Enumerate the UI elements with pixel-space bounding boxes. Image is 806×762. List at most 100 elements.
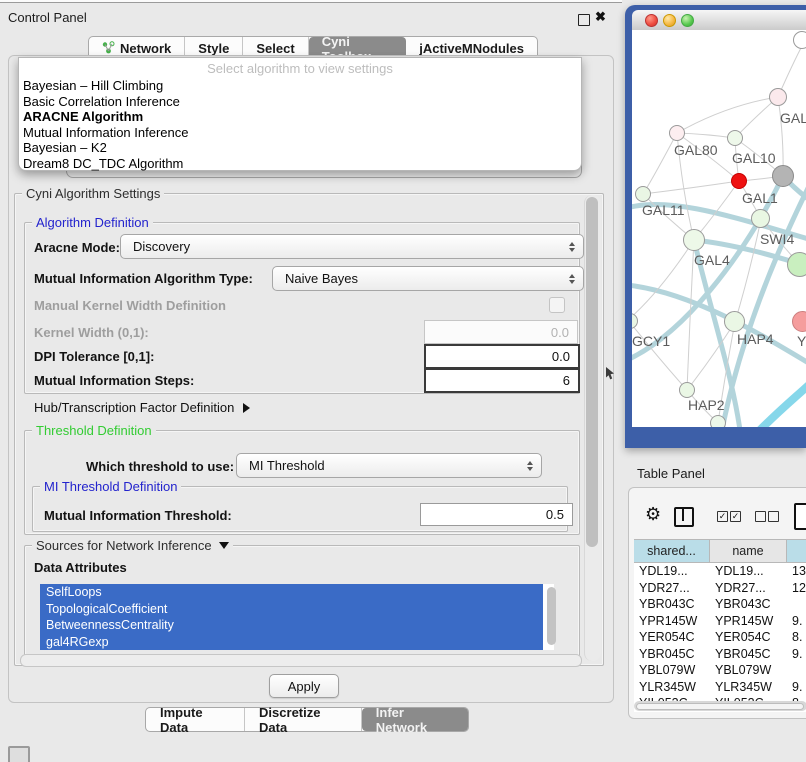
network-node[interactable] <box>710 415 726 427</box>
close-traffic-light[interactable] <box>645 14 658 27</box>
table-horizontal-scrollbar-thumb[interactable] <box>636 703 804 710</box>
table-row[interactable]: YBR043CYBR043C <box>634 596 806 613</box>
deselect-all-checkbox-icon[interactable] <box>768 511 779 522</box>
kernel-width-field[interactable]: 0.0 <box>424 320 578 344</box>
network-node-gal4[interactable] <box>683 229 705 251</box>
list-item[interactable]: gal4RGexp <box>40 634 543 651</box>
dropdown-item[interactable]: Dream8 DC_TDC Algorithm <box>23 156 183 172</box>
kernel-width-label: Kernel Width (0,1): <box>34 325 149 340</box>
table-cell[interactable]: 13 <box>787 563 806 580</box>
node-label: GAL1 <box>742 190 778 206</box>
column-header[interactable] <box>787 540 806 562</box>
dropdown-item[interactable]: Bayesian – K2 <box>23 140 107 156</box>
list-item[interactable]: TopologicalCoefficient <box>40 601 543 618</box>
dropdown-item[interactable]: Basic Correlation Inference <box>23 94 180 110</box>
table-cell[interactable]: YBR043C <box>634 596 710 613</box>
gear-icon[interactable]: ⚙ <box>645 505 661 523</box>
table-cell[interactable]: YBL079W <box>634 662 710 679</box>
minimize-traffic-light[interactable] <box>663 14 676 27</box>
sources-group-header[interactable]: Sources for Network Inference <box>32 538 233 553</box>
mi-type-label: Mutual Information Algorithm Type: <box>34 271 253 286</box>
network-node-gal1-selected[interactable] <box>731 173 747 189</box>
show-columns-icon[interactable] <box>674 507 694 527</box>
select-all-checkbox-icon[interactable]: ✓ <box>717 511 728 522</box>
node-table: shared... name YDL19...YDL19...13 YDR27.… <box>634 539 806 712</box>
table-cell[interactable]: YBR045C <box>634 646 710 663</box>
sources-group-title: Sources for Network Inference <box>36 538 212 553</box>
mi-type-combo[interactable]: Naive Bayes <box>272 266 584 291</box>
network-node[interactable] <box>751 209 770 228</box>
apply-button[interactable]: Apply <box>269 674 339 698</box>
new-table-icon[interactable] <box>794 503 806 530</box>
table-cell[interactable] <box>787 596 806 613</box>
network-node-pink[interactable] <box>792 311 806 332</box>
table-cell[interactable]: 9. <box>787 679 806 696</box>
list-item[interactable]: SelfLoops <box>40 584 543 601</box>
table-cell[interactable]: YPR145W <box>710 613 787 630</box>
node-label: GCY1 <box>632 333 670 349</box>
list-scrollbar-thumb[interactable] <box>547 587 556 645</box>
float-window-icon[interactable] <box>578 14 590 26</box>
table-cell[interactable] <box>787 662 806 679</box>
dropdown-item[interactable]: Mutual Information Inference <box>23 125 188 141</box>
which-threshold-combo[interactable]: MI Threshold <box>236 453 542 478</box>
table-cell[interactable]: YBL079W <box>710 662 787 679</box>
tab-impute-data[interactable]: Impute Data <box>146 708 245 731</box>
table-cell[interactable]: 9. <box>787 613 806 630</box>
table-cell[interactable]: YPR145W <box>634 613 710 630</box>
hub-section-header[interactable]: Hub/Transcription Factor Definition <box>34 400 250 415</box>
tab-infer-network[interactable]: Infer Network <box>362 708 468 731</box>
table-cell[interactable]: YER054C <box>710 629 787 646</box>
deselect-all-checkbox-icon[interactable] <box>755 511 766 522</box>
table-row[interactable]: YER054CYER054C8. <box>634 629 806 646</box>
minimized-panel-icon[interactable] <box>8 746 30 762</box>
network-node[interactable] <box>769 88 787 106</box>
network-window[interactable]: GAL GAL80 GAL10 GAL1 GAL11 SWI4 GAL4 GCY… <box>625 5 806 448</box>
zoom-traffic-light[interactable] <box>681 14 694 27</box>
mi-steps-field[interactable]: 6 <box>424 368 580 393</box>
table-cell[interactable]: YBR045C <box>710 646 787 663</box>
aracne-mode-combo[interactable]: Discovery <box>120 234 584 259</box>
network-node-swi4[interactable] <box>787 252 806 277</box>
horizontal-scrollbar[interactable] <box>20 654 582 667</box>
table-cell[interactable]: YDL19... <box>710 563 787 580</box>
select-all-checkbox-icon[interactable]: ✓ <box>730 511 741 522</box>
network-node-gal10[interactable] <box>727 130 743 146</box>
list-item[interactable]: BetweennessCentrality <box>40 617 543 634</box>
network-node[interactable] <box>793 31 806 49</box>
tab-label: Discretize Data <box>259 705 347 735</box>
table-cell[interactable]: 9. <box>787 646 806 663</box>
table-cell[interactable]: YDL19... <box>634 563 710 580</box>
settings-scrollbar-thumb[interactable] <box>586 197 598 547</box>
table-row[interactable]: YDR27...YDR27...12 <box>634 580 806 597</box>
network-canvas[interactable]: GAL GAL80 GAL10 GAL1 GAL11 SWI4 GAL4 GCY… <box>632 30 806 427</box>
table-cell[interactable]: 12 <box>787 580 806 597</box>
column-header[interactable]: shared... <box>634 540 710 562</box>
table-row[interactable]: YLR345WYLR345W9. <box>634 679 806 696</box>
table-row[interactable]: YPR145WYPR145W9. <box>634 613 806 630</box>
network-window-titlebar[interactable] <box>632 10 806 31</box>
tab-discretize-data[interactable]: Discretize Data <box>245 708 362 731</box>
network-node-gal11[interactable] <box>635 186 651 202</box>
mi-threshold-field[interactable]: 0.5 <box>420 503 573 526</box>
table-cell[interactable]: YLR345W <box>634 679 710 696</box>
table-row[interactable]: YDL19...YDL19...13 <box>634 563 806 580</box>
table-cell[interactable]: YER054C <box>634 629 710 646</box>
close-icon[interactable]: ✖ <box>595 9 606 25</box>
table-cell[interactable]: YLR345W <box>710 679 787 696</box>
table-cell[interactable]: YBR043C <box>710 596 787 613</box>
table-row[interactable]: YBR045CYBR045C9. <box>634 646 806 663</box>
table-cell[interactable]: YDR27... <box>634 580 710 597</box>
table-row[interactable]: YBL079WYBL079W <box>634 662 806 679</box>
network-node-hap2[interactable] <box>679 382 695 398</box>
network-node-gray[interactable] <box>772 165 794 187</box>
dpi-tolerance-field[interactable]: 0.0 <box>424 344 580 369</box>
column-header[interactable]: name <box>710 540 787 562</box>
dropdown-item[interactable]: Bayesian – Hill Climbing <box>23 78 163 94</box>
table-cell[interactable]: 8. <box>787 629 806 646</box>
table-cell[interactable]: YDR27... <box>710 580 787 597</box>
manual-kernel-checkbox[interactable] <box>549 297 565 313</box>
network-node-gal80[interactable] <box>669 125 685 141</box>
network-node-hap4[interactable] <box>724 311 745 332</box>
dropdown-item-aracne[interactable]: ARACNE Algorithm <box>23 109 143 125</box>
